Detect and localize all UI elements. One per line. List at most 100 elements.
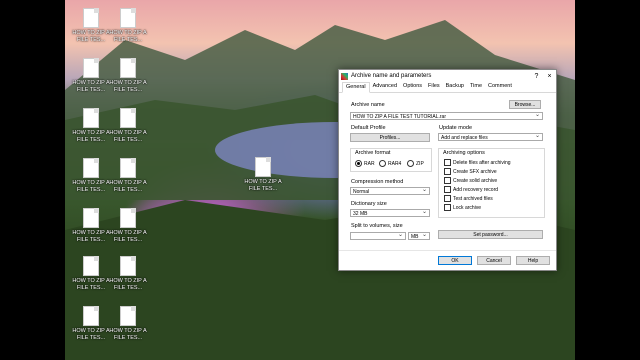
option-sfx-checkbox[interactable]: Create SFX archive bbox=[444, 167, 497, 176]
profiles-button[interactable]: Profiles... bbox=[350, 133, 430, 142]
archive-name-input[interactable]: HOW TO ZIP A FILE TEST TUTORIAL.rar bbox=[350, 112, 543, 120]
set-password-button[interactable]: Set password... bbox=[438, 230, 543, 239]
document-icon bbox=[83, 158, 99, 178]
file-label: HOW TO ZIP A FILE TES... bbox=[109, 180, 147, 193]
desktop-file-icon[interactable]: HOW TO ZIP A FILE TES... bbox=[70, 256, 112, 291]
desktop-file-icon[interactable]: HOW TO ZIP A FILE TES... bbox=[107, 256, 149, 291]
format-rar4-label: RAR4 bbox=[388, 160, 402, 167]
file-label: HOW TO ZIP A FILE TES... bbox=[72, 328, 110, 341]
archive-name-label: Archive name bbox=[351, 102, 385, 108]
checkbox-icon bbox=[444, 168, 451, 175]
help-icon[interactable]: ? bbox=[530, 73, 543, 80]
help-button[interactable]: Help bbox=[516, 256, 550, 265]
option-label: Create solid archive bbox=[453, 177, 498, 184]
format-zip-label: ZIP bbox=[416, 160, 424, 167]
file-label: HOW TO ZIP A FILE TES... bbox=[72, 230, 110, 243]
option-delete-files-checkbox[interactable]: Delete files after archiving bbox=[444, 158, 511, 167]
option-label: Lock archive bbox=[453, 204, 482, 211]
archive-format-label: Archive format bbox=[355, 150, 391, 156]
winrar-icon bbox=[341, 72, 348, 80]
document-icon bbox=[120, 158, 136, 178]
dictionary-label: Dictionary size bbox=[351, 201, 387, 207]
split-unit-select[interactable]: MB bbox=[408, 232, 430, 240]
checkbox-icon bbox=[444, 177, 451, 184]
desktop-file-icon[interactable]: HOW TO ZIP A FILE TES... bbox=[70, 8, 112, 43]
document-icon bbox=[120, 256, 136, 276]
tab-time[interactable]: Time bbox=[467, 82, 485, 92]
desktop-file-icon[interactable]: HOW TO ZIP A FILE TES... bbox=[70, 58, 112, 93]
option-lock-checkbox[interactable]: Lock archive bbox=[444, 203, 481, 212]
tab-advanced[interactable]: Advanced bbox=[370, 82, 400, 92]
file-label: HOW TO ZIP A FILE TES... bbox=[109, 130, 147, 143]
document-icon bbox=[120, 208, 136, 228]
format-rar4-radio[interactable]: RAR4 bbox=[379, 159, 401, 168]
file-label: HOW TO ZIP A FILE TES... bbox=[244, 179, 282, 192]
document-icon bbox=[83, 8, 99, 28]
file-label: HOW TO ZIP A FILE TES... bbox=[72, 80, 110, 93]
update-mode-label: Update mode bbox=[439, 125, 473, 131]
desktop-file-icon[interactable]: HOW TO ZIP A FILE TES... bbox=[107, 58, 149, 93]
document-icon bbox=[255, 157, 271, 177]
file-label: HOW TO ZIP A FILE TES... bbox=[109, 30, 147, 43]
archiving-options-label: Archiving options bbox=[443, 150, 485, 156]
ok-button[interactable]: OK bbox=[438, 256, 472, 265]
dialog-title: Archive name and parameters bbox=[351, 73, 432, 79]
file-label: HOW TO ZIP A FILE TES... bbox=[72, 278, 110, 291]
tab-options[interactable]: Options bbox=[400, 82, 425, 92]
format-rar-radio[interactable]: RAR bbox=[355, 159, 375, 168]
desktop-file-icon[interactable]: HOW TO ZIP A FILE TES... bbox=[107, 8, 149, 43]
cancel-button[interactable]: Cancel bbox=[477, 256, 511, 265]
radio-icon bbox=[407, 160, 414, 167]
compression-select[interactable]: Normal bbox=[350, 187, 430, 195]
browse-button[interactable]: Browse... bbox=[509, 100, 541, 109]
option-label: Test archived files bbox=[453, 195, 493, 202]
dialog-titlebar[interactable]: Archive name and parameters ? × bbox=[339, 70, 556, 82]
desktop-file-icon[interactable]: HOW TO ZIP A FILE TES... bbox=[70, 158, 112, 193]
dictionary-select[interactable]: 32 MB bbox=[350, 209, 430, 217]
checkbox-icon bbox=[444, 186, 451, 193]
desktop-file-icon[interactable]: HOW TO ZIP A FILE TES... bbox=[107, 108, 149, 143]
tab-files[interactable]: Files bbox=[425, 82, 443, 92]
file-label: HOW TO ZIP A FILE TES... bbox=[72, 30, 110, 43]
radio-icon bbox=[379, 160, 386, 167]
tab-general[interactable]: General bbox=[342, 82, 370, 93]
desktop-file-icon[interactable]: HOW TO ZIP A FILE TES... bbox=[107, 306, 149, 341]
option-label: Create SFX archive bbox=[453, 168, 497, 175]
file-label: HOW TO ZIP A FILE TES... bbox=[109, 230, 147, 243]
option-recovery-checkbox[interactable]: Add recovery record bbox=[444, 185, 498, 194]
desktop-file-icon[interactable]: HOW TO ZIP A FILE TES... bbox=[107, 208, 149, 243]
desktop-file-icon-selected[interactable]: HOW TO ZIP A FILE TES... bbox=[242, 157, 284, 192]
document-icon bbox=[83, 58, 99, 78]
file-label: HOW TO ZIP A FILE TES... bbox=[109, 80, 147, 93]
close-icon[interactable]: × bbox=[543, 73, 556, 80]
archive-dialog: Archive name and parameters ? × General … bbox=[338, 69, 557, 271]
format-rar-label: RAR bbox=[364, 160, 375, 167]
desktop-file-icon[interactable]: HOW TO ZIP A FILE TES... bbox=[70, 306, 112, 341]
document-icon bbox=[120, 306, 136, 326]
file-label: HOW TO ZIP A FILE TES... bbox=[109, 278, 147, 291]
document-icon bbox=[83, 108, 99, 128]
desktop-file-icon[interactable]: HOW TO ZIP A FILE TES... bbox=[70, 108, 112, 143]
document-icon bbox=[120, 58, 136, 78]
document-icon bbox=[83, 208, 99, 228]
compression-label: Compression method bbox=[351, 179, 404, 185]
update-mode-select[interactable]: Add and replace files bbox=[438, 133, 543, 141]
option-test-checkbox[interactable]: Test archived files bbox=[444, 194, 493, 203]
tab-comment[interactable]: Comment bbox=[485, 82, 515, 92]
desktop-file-icon[interactable]: HOW TO ZIP A FILE TES... bbox=[70, 208, 112, 243]
document-icon bbox=[83, 306, 99, 326]
option-label: Add recovery record bbox=[453, 186, 499, 193]
split-volumes-label: Split to volumes, size bbox=[351, 223, 403, 229]
option-solid-checkbox[interactable]: Create solid archive bbox=[444, 176, 497, 185]
checkbox-icon bbox=[444, 204, 451, 211]
split-size-input[interactable] bbox=[350, 232, 406, 240]
tab-bar: General Advanced Options Files Backup Ti… bbox=[339, 82, 556, 93]
checkbox-icon bbox=[444, 195, 451, 202]
format-zip-radio[interactable]: ZIP bbox=[407, 159, 424, 168]
desktop-file-icon[interactable]: HOW TO ZIP A FILE TES... bbox=[107, 158, 149, 193]
footer-divider bbox=[339, 250, 556, 251]
default-profile-label: Default Profile bbox=[351, 125, 386, 131]
tab-backup[interactable]: Backup bbox=[443, 82, 467, 92]
checkbox-icon bbox=[444, 159, 451, 166]
document-icon bbox=[83, 256, 99, 276]
